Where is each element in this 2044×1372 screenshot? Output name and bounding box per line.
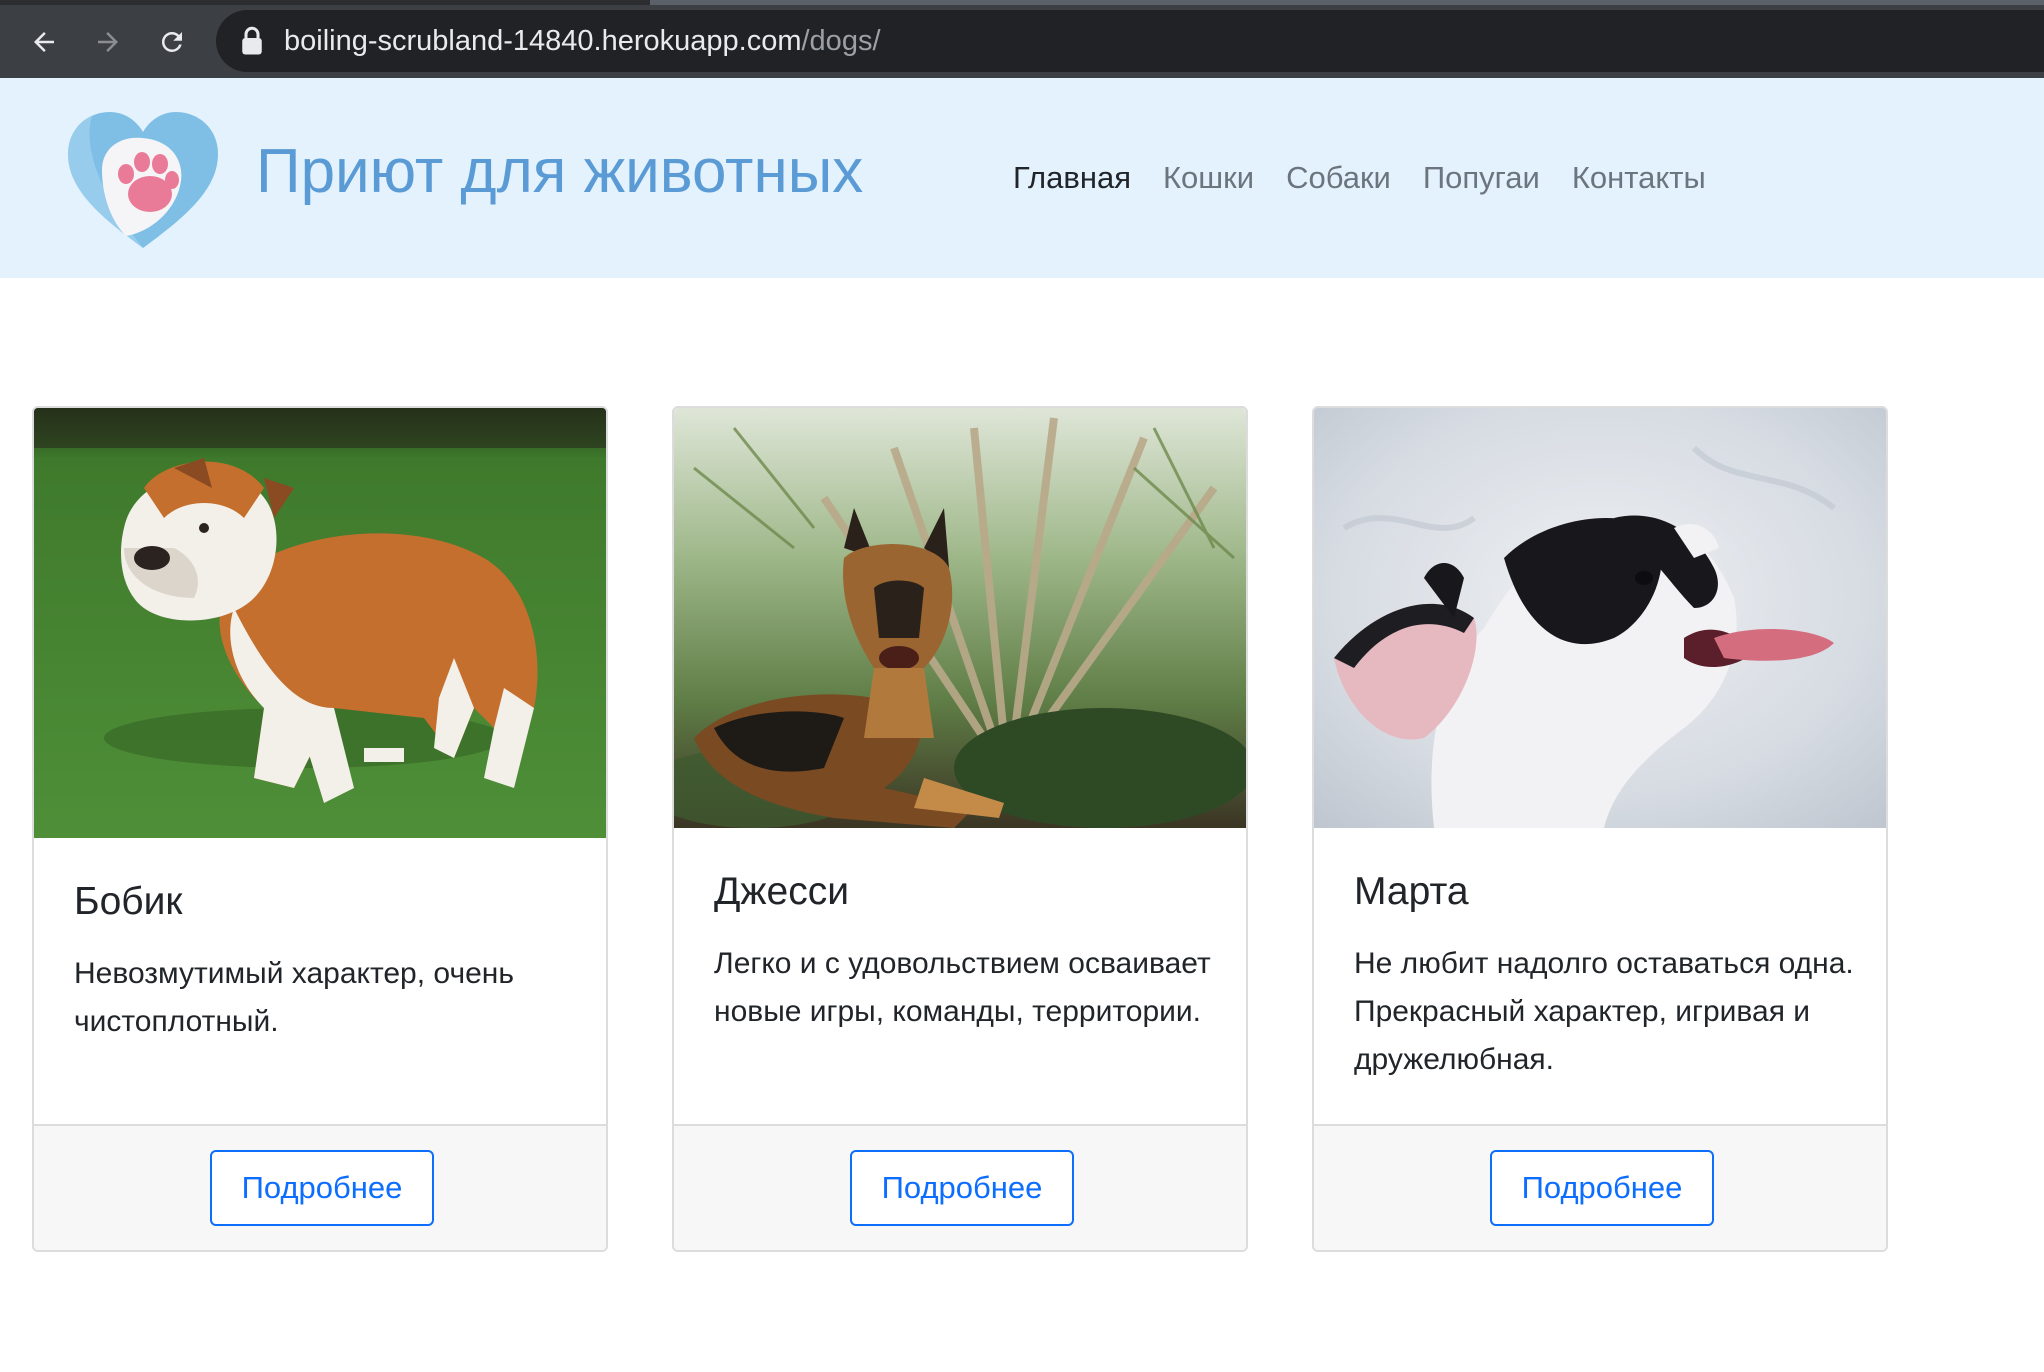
pet-description: Легко и с удовольствием осваивает новые … [714,947,1211,1028]
details-button[interactable]: Подробнее [850,1150,1074,1226]
heart-paw-icon[interactable] [62,108,224,254]
url-host: boiling-scrubland-14840.herokuapp.com [284,25,802,57]
pet-name: Бобик [74,880,183,923]
nav-item-contacts[interactable]: Контакты [1572,158,1706,198]
browser-toolbar: boiling-scrubland-14840.herokuapp.com/do… [0,0,2044,78]
pet-card: Бобик Невозмутимый характер, очень чисто… [32,406,608,1252]
pet-description: Не любит надолго оставаться одна. Прекра… [1354,947,1854,1076]
nav-item-home[interactable]: Главная [1013,158,1131,198]
forward-arrow-icon[interactable] [88,22,128,62]
pet-name: Марта [1354,870,1469,913]
card-footer: Подробнее [1314,1124,1886,1250]
url-path: /dogs/ [801,25,881,57]
reload-icon[interactable] [152,22,192,62]
tab-highlight [650,0,2044,5]
main-nav: Главная Кошки Собаки Попугаи Контакты [1013,158,1738,198]
address-url[interactable]: boiling-scrubland-14840.herokuapp.com/do… [284,19,881,63]
card-footer: Подробнее [674,1124,1246,1250]
back-arrow-icon[interactable] [24,22,64,62]
pet-description: Невозмутимый характер, очень чистоплотны… [74,957,514,1038]
pet-card: Марта Не любит надолго оставаться одна. … [1312,406,1888,1252]
details-button[interactable]: Подробнее [210,1150,434,1226]
pet-card: Джесси Легко и с удовольствием осваивает… [672,406,1248,1252]
card-footer: Подробнее [34,1124,606,1250]
details-button[interactable]: Подробнее [1490,1150,1714,1226]
lock-icon [242,26,262,55]
german-shepherd-photo [674,408,1246,828]
nav-item-dogs[interactable]: Собаки [1286,158,1391,198]
nav-item-parrots[interactable]: Попугаи [1423,158,1540,198]
french-bulldog-photo [1314,408,1886,828]
pet-name: Джесси [714,870,849,913]
nav-item-cats[interactable]: Кошки [1163,158,1254,198]
tab-strip [0,0,2044,5]
english-bulldog-photo [34,408,606,838]
site-title[interactable]: Приют для животных [256,134,863,210]
